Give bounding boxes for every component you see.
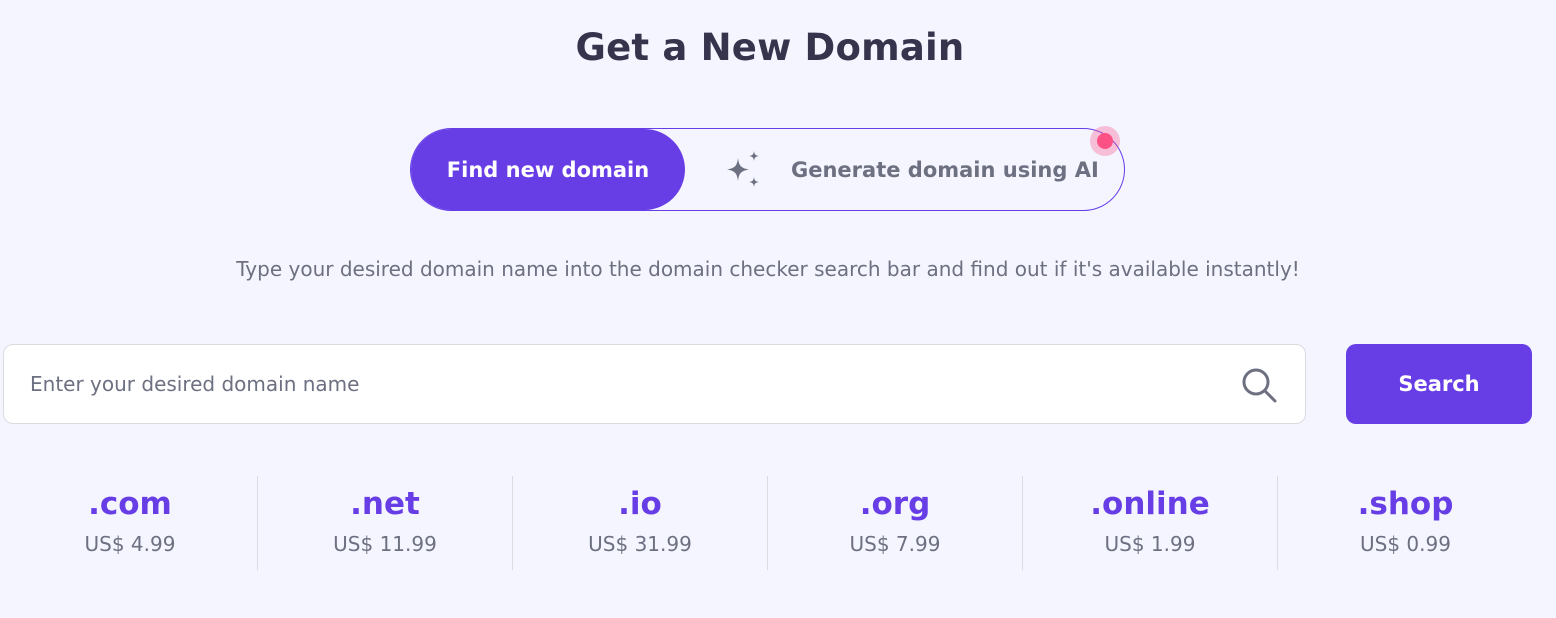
tld-price: US$ 31.99 [588,532,692,556]
tld-name: .online [1090,486,1210,522]
tld-item-io[interactable]: .io US$ 31.99 [513,476,768,570]
search-box [3,344,1306,424]
tld-name: .com [88,486,172,522]
tld-name: .net [350,486,420,522]
tld-name: .shop [1357,486,1454,522]
generate-domain-ai-tab[interactable]: Generate domain using AI [711,129,1111,210]
tld-price: US$ 4.99 [84,532,176,556]
page-subtitle: Type your desired domain name into the d… [236,257,1300,281]
generate-domain-ai-label: Generate domain using AI [791,157,1099,182]
tld-price: US$ 0.99 [1360,532,1451,556]
search-mode-toggle: Find new domain Generate domain using AI [410,126,1125,211]
tld-item-com[interactable]: .com US$ 4.99 [3,476,258,570]
tld-name: .org [859,486,931,522]
find-new-domain-label: Find new domain [446,157,650,182]
domain-search-page: Get a New Domain Find new domain Generat… [0,0,1556,618]
page-title: Get a New Domain [575,26,965,69]
tld-item-net[interactable]: .net US$ 11.99 [258,476,513,570]
sparkle-icon [727,150,759,187]
search-icon[interactable] [1240,366,1278,404]
find-new-domain-tab[interactable]: Find new domain [411,129,685,210]
tld-price-list: .com US$ 4.99 .net US$ 11.99 .io US$ 31.… [3,476,1533,570]
search-button[interactable]: Search [1346,344,1532,424]
tld-price: US$ 7.99 [849,532,941,556]
notification-dot [1090,126,1120,156]
tld-item-shop[interactable]: .shop US$ 0.99 [1278,476,1533,570]
tld-item-online[interactable]: .online US$ 1.99 [1023,476,1278,570]
domain-search-input[interactable] [4,345,1224,423]
tld-price: US$ 1.99 [1104,532,1196,556]
tld-item-org[interactable]: .org US$ 7.99 [768,476,1023,570]
tld-price: US$ 11.99 [333,532,437,556]
tld-name: .io [618,486,662,522]
